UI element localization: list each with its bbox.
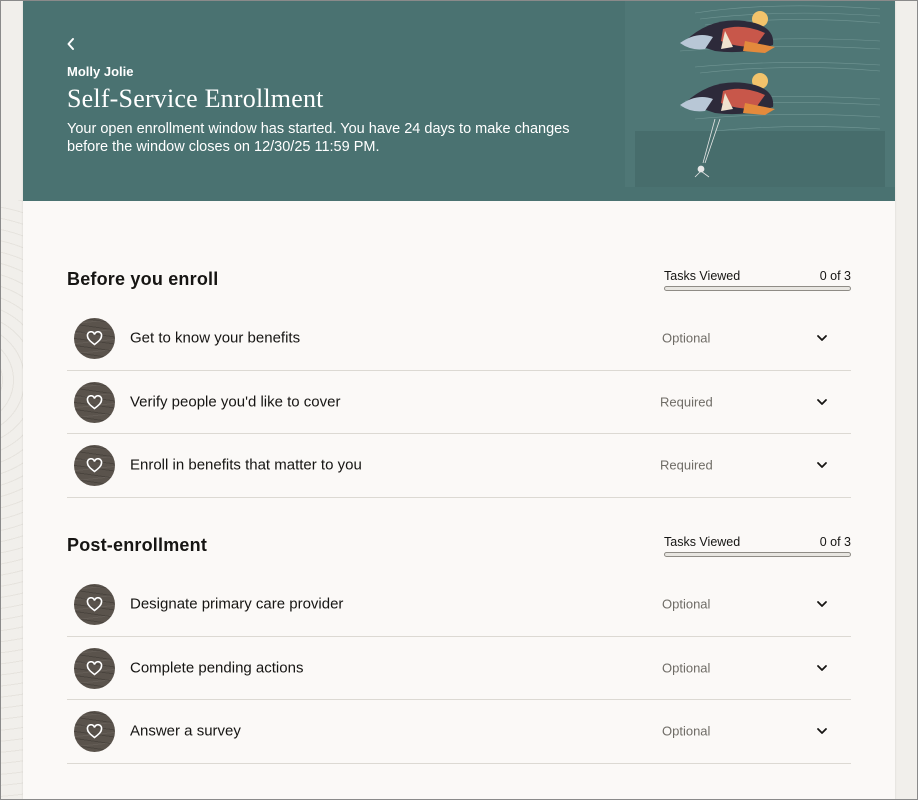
chevron-down-icon[interactable]: [815, 726, 829, 736]
user-name: Molly Jolie: [67, 64, 134, 79]
heart-icon: [86, 331, 103, 346]
heart-icon: [86, 724, 103, 739]
task-status: Required: [660, 394, 713, 410]
task-label: Answer a survey: [130, 722, 241, 740]
tasks-viewed-progress: Tasks Viewed 0 of 3: [664, 269, 851, 291]
progress-count: 0 of 3: [819, 535, 851, 549]
task-avatar: [74, 318, 115, 359]
heart-icon: [86, 597, 103, 612]
progress-label: Tasks Viewed: [664, 269, 741, 283]
task-status: Optional: [662, 723, 711, 739]
task-item[interactable]: Get to know your benefits Optional: [67, 307, 851, 371]
section-title: Before you enroll: [67, 269, 219, 289]
heart-icon: [86, 458, 103, 473]
section-before-enroll: Before you enroll Tasks Viewed 0 of 3 Ge…: [67, 201, 851, 531]
task-item[interactable]: Verify people you'd like to cover Requir…: [67, 371, 851, 434]
task-status: Optional: [662, 330, 711, 346]
task-list: Designate primary care provider Optional…: [67, 573, 851, 764]
progress-count: 0 of 3: [819, 269, 851, 283]
chevron-down-icon[interactable]: [815, 333, 829, 343]
task-item[interactable]: Complete pending actions Optional: [67, 637, 851, 700]
task-list: Get to know your benefits Optional Verif…: [67, 307, 851, 498]
task-avatar: [74, 584, 115, 625]
task-status: Optional: [662, 660, 711, 676]
enrollment-page: Molly Jolie Self-Service Enrollment Your…: [23, 1, 895, 800]
chevron-down-icon[interactable]: [815, 397, 829, 407]
task-item[interactable]: Answer a survey Optional: [67, 700, 851, 764]
task-avatar: [74, 711, 115, 752]
task-label: Complete pending actions: [130, 659, 304, 677]
chevron-down-icon[interactable]: [815, 663, 829, 673]
section-post-enrollment: Post-enrollment Tasks Viewed 0 of 3 Desi…: [67, 531, 851, 799]
chevron-down-icon[interactable]: [815, 460, 829, 470]
hero-banner: Molly Jolie Self-Service Enrollment Your…: [23, 1, 895, 201]
task-item[interactable]: Enroll in benefits that matter to you Re…: [67, 434, 851, 498]
tasks-viewed-progress: Tasks Viewed 0 of 3: [664, 535, 851, 557]
background-pattern: [0, 200, 24, 800]
heart-icon: [86, 394, 103, 410]
progress-label: Tasks Viewed: [664, 535, 741, 549]
progress-bar: [664, 286, 851, 291]
heart-icon: [86, 660, 103, 676]
chevron-down-icon[interactable]: [815, 599, 829, 609]
task-status: Optional: [662, 596, 711, 612]
hero-illustration: [625, 1, 895, 187]
task-label: Enroll in benefits that matter to you: [130, 456, 362, 474]
task-avatar: [74, 445, 115, 486]
section-title: Post-enrollment: [67, 535, 208, 555]
task-label: Verify people you'd like to cover: [130, 393, 341, 411]
task-label: Designate primary care provider: [130, 595, 344, 613]
task-avatar: [74, 381, 115, 423]
task-label: Get to know your benefits: [130, 329, 301, 347]
main-content: Before you enroll Tasks Viewed 0 of 3 Ge…: [23, 201, 895, 799]
task-item[interactable]: Designate primary care provider Optional: [67, 573, 851, 637]
enrollment-window-message: Your open enrollment window has started.…: [67, 121, 570, 155]
progress-bar: [664, 552, 851, 557]
page-title: Self-Service Enrollment: [67, 84, 324, 113]
back-button[interactable]: [65, 35, 81, 53]
task-avatar: [74, 647, 115, 689]
chevron-left-icon: [67, 38, 74, 50]
task-status: Required: [660, 457, 713, 473]
